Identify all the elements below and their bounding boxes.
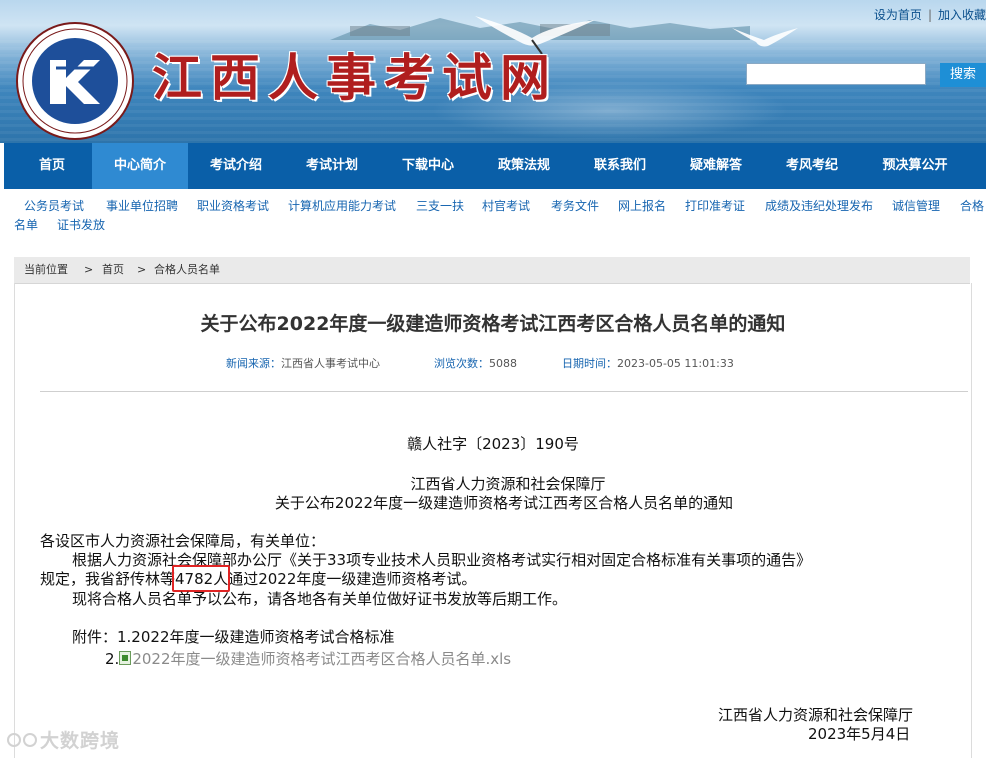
source-value: 江西省人事考试中心 [281, 357, 380, 370]
document-number: 赣人社字〔2023〕190号 [407, 435, 579, 453]
search-input[interactable] [746, 63, 926, 85]
nav-item-policy[interactable]: 政策法规 [476, 143, 572, 189]
views-value: 5088 [489, 357, 517, 370]
signature-date: 2023年5月4日 [808, 725, 911, 743]
article-source: 新闻来源：江西省人事考试中心 [226, 355, 380, 371]
document-title: 关于公布2022年度一级建造师资格考试江西考区合格人员名单的通知 [274, 494, 734, 512]
sub-nav: 公务员考试 事业单位招聘 职业资格考试 计算机应用能力考试 三支一扶 村官考试 … [14, 197, 986, 237]
subnav-computer-skills[interactable]: 计算机应用能力考试 [288, 197, 396, 216]
nav-item-faq[interactable]: 疑难解答 [668, 143, 764, 189]
site-header: 江西人事考试网 设为首页 | 加入收藏 搜索 [0, 0, 986, 143]
subnav-qualified-list-part2[interactable]: 名单 [14, 216, 38, 235]
document-issuer: 江西省人力资源和社会保障厅 [410, 475, 606, 493]
subnav-print-admission[interactable]: 打印准考证 [685, 197, 745, 216]
add-favorite-link[interactable]: 加入收藏 [938, 8, 986, 22]
watermark-logo-icon [7, 733, 38, 747]
breadcrumb: 当前位置 > 首页 > 合格人员名单 [14, 257, 970, 284]
set-homepage-link[interactable]: 设为首页 [874, 8, 922, 22]
article-views: 浏览次数：5088 [434, 355, 517, 371]
signature-organization: 江西省人力资源和社会保障厅 [718, 706, 914, 724]
subnav-professional-qualification[interactable]: 职业资格考试 [197, 197, 269, 216]
nav-item-exam-intro[interactable]: 考试介绍 [188, 143, 284, 189]
attachment-2-link[interactable]: 2022年度一级建造师资格考试江西考区合格人员名单.xls [132, 650, 511, 668]
nav-item-discipline[interactable]: 考风考纪 [764, 143, 860, 189]
watermark: 大数跨境 [4, 726, 120, 753]
paragraph-1-line-2: 规定，我省舒传林等4782人通过2022年度一级建造师资格考试。 [40, 565, 477, 592]
excel-file-icon [119, 651, 132, 665]
highlighted-count: 4782人 [172, 565, 231, 592]
paragraph-2: 现将合格人员名单予以公布，请各地各有关单位做好证书发放等后期工作。 [72, 590, 568, 608]
title-divider [40, 391, 968, 392]
subnav-qualified-list-part1[interactable]: 合格 [960, 197, 984, 216]
salutation: 各设区市人力资源社会保障局，有关单位： [40, 532, 326, 550]
search-button[interactable]: 搜索 [940, 63, 986, 87]
nav-item-about[interactable]: 中心简介 [92, 143, 188, 189]
nav-item-budget[interactable]: 预决算公开 [860, 143, 970, 189]
main-nav: 首页 中心简介 考试介绍 考试计划 下载中心 政策法规 联系我们 疑难解答 考风… [4, 143, 986, 189]
watermark-text: 大数跨境 [40, 730, 121, 752]
breadcrumb-separator: > [84, 263, 94, 276]
views-label: 浏览次数： [434, 357, 489, 370]
crane-bird-illustration-small [732, 28, 798, 47]
paragraph-1-suffix: 通过2022年度一级建造师资格考试。 [228, 570, 477, 588]
breadcrumb-home[interactable]: 首页 [102, 257, 124, 283]
date-label: 日期时间： [562, 357, 617, 370]
paragraph-1-prefix: 规定，我省舒传林等 [40, 570, 176, 588]
subnav-sanzhi-yifu[interactable]: 三支一扶 [416, 197, 464, 216]
nav-item-exam-plan[interactable]: 考试计划 [284, 143, 380, 189]
date-value: 2023-05-05 11:01:33 [617, 357, 734, 370]
site-logo [16, 22, 134, 140]
subnav-online-registration[interactable]: 网上报名 [618, 197, 666, 216]
subnav-civil-servant[interactable]: 公务员考试 [24, 197, 84, 216]
nav-item-home[interactable]: 首页 [4, 143, 100, 189]
source-label: 新闻来源： [226, 357, 281, 370]
attachment-2-number: 2. [105, 650, 120, 668]
breadcrumb-separator: > [137, 263, 147, 276]
subnav-village-official[interactable]: 村官考试 [482, 197, 530, 216]
subnav-certificate-issue[interactable]: 证书发放 [57, 216, 105, 235]
attachment-1: 附件：1.2022年度一级建造师资格考试合格标准 [72, 628, 395, 646]
nav-item-contact[interactable]: 联系我们 [572, 143, 668, 189]
attachment-2: 2. 2022年度一级建造师资格考试江西考区合格人员名单.xls [105, 648, 511, 669]
nav-item-downloads[interactable]: 下载中心 [380, 143, 476, 189]
article-title: 关于公布2022年度一级建造师资格考试江西考区合格人员名单的通知 [200, 313, 786, 335]
top-links-separator: | [927, 8, 932, 22]
breadcrumb-current[interactable]: 合格人员名单 [154, 257, 220, 283]
article-date: 日期时间：2023-05-05 11:01:33 [562, 355, 734, 371]
breadcrumb-label: 当前位置 [24, 263, 68, 276]
subnav-results[interactable]: 成绩及违纪处理发布 [765, 197, 873, 216]
top-links: 设为首页 | 加入收藏 [874, 6, 986, 23]
subnav-exam-documents[interactable]: 考务文件 [551, 197, 599, 216]
site-title: 江西人事考试网 [152, 48, 558, 107]
subnav-public-institution[interactable]: 事业单位招聘 [106, 197, 178, 216]
subnav-integrity[interactable]: 诚信管理 [892, 197, 940, 216]
